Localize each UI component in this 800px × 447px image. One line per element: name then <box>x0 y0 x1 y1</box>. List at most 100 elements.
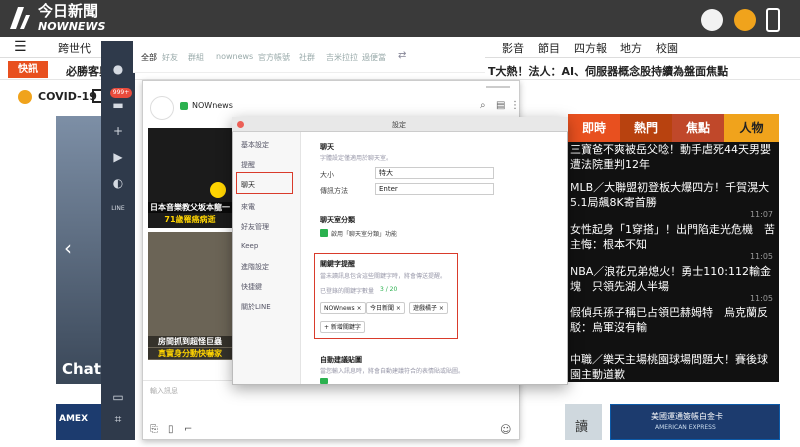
keyword-chip[interactable]: NOWnews × <box>320 302 366 314</box>
keyword-count: 3 / 20 <box>380 286 398 293</box>
nownews-avatar[interactable] <box>150 96 174 120</box>
ad-left-text: AMEX <box>59 414 89 424</box>
nav-item[interactable]: 校園 <box>656 40 678 56</box>
news-item[interactable]: MLB／大聯盟初登板大爆四方！千賀滉大5.1局飆8K寄首勝 <box>570 180 775 210</box>
settings-nav-friends[interactable]: 好友管理 <box>241 222 269 232</box>
send-method-label: 傳訊方法 <box>320 187 348 195</box>
settings-nav-keep[interactable]: Keep <box>241 242 258 250</box>
nav-item[interactable]: 四方報 <box>574 40 607 56</box>
ticker-text-right[interactable]: T大熱！法人：AI、伺服器概念股持續為盤面焦點 <box>488 63 728 79</box>
ad-card-right[interactable]: 美國運通簽帳白金卡 AMERICAN EXPRESS <box>610 404 780 440</box>
notes-icon[interactable]: ▤ <box>496 100 505 111</box>
post1-caption-a: 日本音樂教父坂本龍一 <box>148 202 232 213</box>
font-size-select[interactable]: 特大 <box>375 167 494 179</box>
settings-nav-notify[interactable]: 提醒 <box>241 160 255 170</box>
settings-nav-advanced[interactable]: 進階設定 <box>241 262 269 272</box>
add-keyword-button[interactable]: + 新增關鍵字 <box>320 321 365 333</box>
tab-community[interactable]: 社群 <box>299 52 315 63</box>
site-logo-sub: NOWNEWS <box>38 20 106 33</box>
tab-focus[interactable]: 焦點 <box>672 114 724 142</box>
news-item[interactable]: 三寶爸不爽被岳父唸！動手虐死44天男嬰 遭法院重判12年 <box>570 142 782 172</box>
tab-all[interactable]: 全部 <box>141 52 157 63</box>
settings-nav-shortcuts[interactable]: 快捷鍵 <box>241 282 262 292</box>
autolink-section-title: 自動建議貼圖 <box>320 356 362 364</box>
more-icon[interactable]: ⋮ <box>510 100 520 111</box>
tab-groups[interactable]: 群組 <box>188 52 204 63</box>
virus-icon <box>18 90 32 104</box>
tab-hot[interactable]: 熱門 <box>620 114 672 142</box>
news-time: 11:05 <box>749 294 773 303</box>
news-tabs: 即時 熱門 焦點 人物 <box>568 114 779 142</box>
tab-nownews[interactable]: nownews <box>216 52 253 61</box>
close-icon[interactable] <box>237 121 244 128</box>
message-input[interactable]: 輸入訊息 <box>150 386 178 396</box>
news-item[interactable]: 女性起身「1穿搭」！出門陷走光危機 苦主悔：根本不知 <box>570 222 775 252</box>
news-item[interactable]: 中職／樂天主場桃園球場問題大！賽後球園主動道歉 <box>570 352 775 382</box>
post2-caption-b: 真實身分動快嚇家 <box>148 348 232 359</box>
tab-realtime[interactable]: 即時 <box>568 114 620 142</box>
attach-icon[interactable]: ⎘ <box>150 424 158 435</box>
post1-caption-b: 71歲罹癌病逝 <box>164 215 216 224</box>
line-icon[interactable]: LINE <box>111 202 125 216</box>
send-method-select[interactable]: Enter <box>375 183 494 195</box>
breaking-badge: 快訊 <box>8 61 48 78</box>
news-list: 三寶爸不爽被岳父唸！動手虐死44天男嬰 遭法院重判12年 MLB／大聯盟初登板大… <box>568 142 782 382</box>
nav-left[interactable]: 跨世代 <box>58 40 91 56</box>
keyword-chip[interactable]: 今日新聞 × <box>366 302 405 314</box>
play-icon[interactable] <box>210 182 226 198</box>
anniversary-icon[interactable] <box>701 9 723 31</box>
tab-people[interactable]: 人物 <box>724 114 779 142</box>
post-image-1[interactable]: 日本音樂教父坂本龍一 71歲罹癌病逝 <box>148 128 232 228</box>
today-icon[interactable]: ▶ <box>111 150 125 164</box>
keyword-chip-label: NOWnews <box>324 305 355 312</box>
keep-icon[interactable]: ▭ <box>111 390 125 404</box>
crop-icon[interactable]: ⌗ <box>111 412 125 426</box>
nav-item[interactable]: 地方 <box>620 40 642 56</box>
window-slider[interactable] <box>486 86 510 88</box>
room-checkbox[interactable] <box>320 229 328 237</box>
room-checkbox-label[interactable]: 啟用「聊天室分類」功能 <box>331 229 397 238</box>
site-logo-title[interactable]: 今日新聞 <box>38 4 98 19</box>
chat-section-title: 聊天 <box>320 143 334 151</box>
settings-nav-about[interactable]: 關於LINE <box>241 302 271 312</box>
chats-icon[interactable]: ▬ <box>111 98 125 112</box>
nownews-logo-icon[interactable] <box>8 5 32 31</box>
nav-item[interactable]: 影音 <box>502 40 524 56</box>
keyword-section-title: 關鍵字提醒 <box>320 260 355 268</box>
chat-title: NOWnews <box>192 101 233 110</box>
crop-tool-icon[interactable]: ⌐ <box>184 424 192 435</box>
keyword-desc: 當未讀訊息包含這些關鍵字時，將會傳送提醒。 <box>320 273 447 280</box>
settings-nav-basic[interactable]: 基本設定 <box>241 140 269 150</box>
tab-friends[interactable]: 好友 <box>162 52 178 63</box>
news-item[interactable]: 假偵兵孫子稱已占領巴赫姆特 烏克蘭反駁：烏軍沒有輸 <box>570 305 775 335</box>
add-friend-icon[interactable]: + <box>111 124 125 138</box>
ad-mid-text: 讀 <box>575 420 589 435</box>
carousel-prev-icon[interactable]: ‹ <box>64 236 72 260</box>
settings-nav-calls[interactable]: 來電 <box>241 202 255 212</box>
openchat-icon[interactable]: ◐ <box>111 176 125 190</box>
search-icon[interactable]: ⌕ <box>480 100 486 111</box>
menu-icon[interactable]: ☰ <box>14 39 27 55</box>
covid-link[interactable]: COVID-19 <box>38 90 97 103</box>
autolink-desc: 當您輸入訊息時，將會自動建議符合的表情貼或貼圖。 <box>320 368 465 375</box>
tab-official[interactable]: 官方帳號 <box>258 52 290 63</box>
ad-card-mid[interactable]: 讀 <box>565 404 602 440</box>
post-image-2[interactable]: 房間抓到超怪巨蟲 真實身分動快嚇家 <box>148 232 232 360</box>
ad-card-left[interactable]: AMEX <box>56 404 101 440</box>
emoji-icon[interactable]: ☺ <box>500 423 511 436</box>
highlight-chat-nav <box>236 172 293 194</box>
bookmark-icon[interactable]: ▯ <box>168 424 174 435</box>
gift-icon[interactable] <box>734 9 756 31</box>
verified-shield-icon <box>180 102 188 110</box>
tab-custom-1[interactable]: 吉米拉拉 <box>326 52 358 63</box>
keyword-chip[interactable]: 遊戲橘子 × <box>409 302 448 314</box>
news-time: 11:07 <box>749 210 773 219</box>
tab-custom-2[interactable]: 過便當 <box>362 52 386 63</box>
news-item[interactable]: NBA／浪花兄弟熄火！勇士110:112輸金塊 只領先湖人半場 <box>570 264 775 294</box>
tab-settings-icon[interactable]: ⇄ <box>398 50 406 61</box>
autolink-checkbox[interactable] <box>320 378 328 384</box>
font-size-value: 特大 <box>379 169 393 177</box>
friends-icon[interactable]: ● <box>111 62 125 76</box>
mobile-app-icon[interactable] <box>766 8 780 32</box>
nav-item[interactable]: 節目 <box>538 40 560 56</box>
